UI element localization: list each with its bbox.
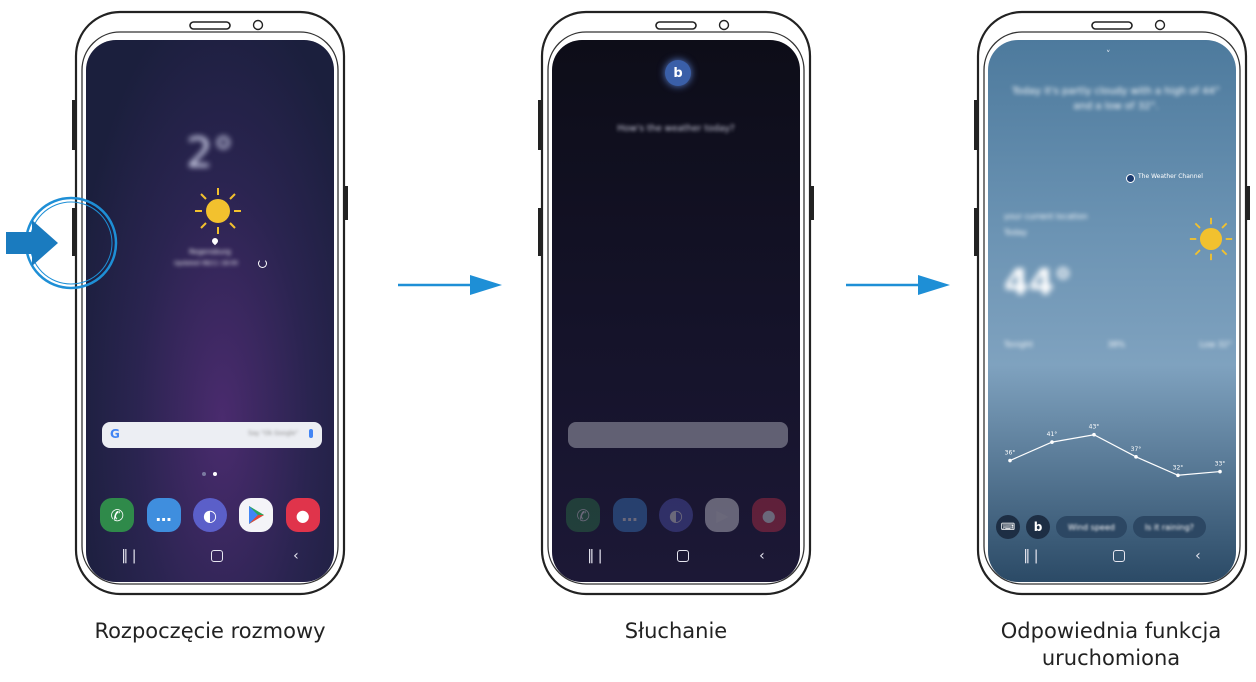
temperature-label: 41°	[1047, 431, 1058, 438]
back-icon[interactable]: ‹	[759, 548, 765, 564]
home-icon[interactable]	[210, 550, 223, 562]
sun-icon	[195, 188, 241, 234]
keyboard-icon[interactable]: ⌨	[996, 515, 1020, 539]
arrow-right-icon	[846, 275, 950, 295]
voice-query-text: How's the weather today?	[617, 124, 735, 134]
weather-location: your current location	[1004, 212, 1088, 221]
bixby-icon[interactable]: b	[1026, 515, 1050, 539]
camera-icon[interactable]: ●	[285, 498, 320, 532]
recent-apps-icon[interactable]: ‖❘	[121, 548, 140, 564]
temperature-point	[1008, 458, 1012, 463]
search-hint: Say "Ok Google"	[248, 430, 298, 437]
messages-icon[interactable]: …	[146, 498, 181, 532]
suggestion-chip[interactable]: Is it raining?	[1132, 516, 1206, 538]
home-icon[interactable]	[1112, 550, 1125, 562]
updated-label: Updated 08/11 18:00	[174, 260, 238, 267]
arrow-right-icon	[398, 275, 502, 295]
phone-2: b How's the weather today? ✆ … ◐ ▶ ● ‖❘ …	[538, 8, 814, 598]
temperature-point	[1092, 432, 1096, 437]
weather-channel-logo	[1126, 174, 1135, 183]
hourly-temperature-chart: 36° 41° 43° 37° 32° 33°	[1005, 424, 1226, 478]
messages-icon: …	[612, 498, 647, 532]
back-icon[interactable]: ‹	[1195, 548, 1201, 564]
press-button-indicator	[6, 196, 118, 290]
assistant-response: Today it's partly cloudy with a high of …	[1012, 86, 1220, 112]
stat-item: Low 32°	[1199, 340, 1232, 349]
stat-item: Tonight	[1004, 340, 1033, 349]
temperature-point	[1050, 440, 1054, 444]
temperature-label: 43°	[1089, 424, 1100, 431]
back-icon[interactable]: ‹	[293, 548, 299, 564]
google-g-icon: G	[110, 427, 120, 441]
location-pin-icon	[210, 236, 220, 246]
sun-icon	[1189, 217, 1233, 261]
caption-step-2: Słuchanie	[624, 619, 728, 643]
weather-stats: Tonight 38% Low 32°	[1004, 340, 1232, 349]
stat-item: 38%	[1107, 340, 1126, 349]
caption-step-3-line-1: Odpowiednia funkcja	[1000, 619, 1222, 643]
bixby-icon: b	[665, 60, 691, 86]
phone-3-screen: ˅ Today it's partly cloudy with a high o…	[988, 40, 1236, 582]
weather-day: Today	[1004, 228, 1028, 237]
temperature-label: 33°	[1215, 461, 1226, 468]
refresh-icon[interactable]	[258, 259, 267, 268]
google-search-bar	[568, 422, 788, 448]
phone-1-screen: 2° Regensburg Updated 08/11 18:00 G Say …	[86, 40, 334, 582]
weather-source: The Weather Channel	[1138, 173, 1203, 180]
mic-icon[interactable]	[309, 429, 313, 438]
temperature-label: 37°	[1131, 446, 1142, 453]
play-store-icon: ▶	[705, 498, 740, 532]
navigation-bar: ‖❘ ‹	[86, 544, 334, 568]
phone-icon[interactable]: ✆	[100, 498, 135, 532]
navigation-bar: ‖❘ ‹	[552, 544, 800, 568]
temperature-label: 32°	[1173, 464, 1184, 471]
phone-icon: ✆	[566, 498, 601, 532]
current-temperature: 44°	[1004, 262, 1073, 303]
temperature-point	[1176, 473, 1180, 478]
temperature-label: 36°	[1005, 450, 1016, 457]
internet-icon[interactable]: ◐	[192, 498, 227, 532]
recent-apps-icon[interactable]: ‖❘	[587, 548, 606, 564]
temperature-point	[1218, 469, 1222, 474]
home-icon[interactable]	[676, 550, 689, 562]
suggestion-chip[interactable]: Wind speed	[1056, 516, 1127, 538]
temperature-point	[1134, 455, 1138, 459]
phone-1: 2° Regensburg Updated 08/11 18:00 G Say …	[72, 8, 348, 598]
suggestion-bar: ⌨ b Wind speed Is it raining?	[996, 514, 1236, 540]
caption-step-1: Rozpoczęcie rozmowy	[94, 619, 326, 643]
recent-apps-icon[interactable]: ‖❘	[1023, 548, 1042, 564]
page-indicator	[202, 472, 217, 476]
navigation-bar: ‖❘ ‹	[988, 544, 1236, 568]
collapse-chevron-icon[interactable]: ˅	[1106, 50, 1111, 60]
camera-icon: ●	[751, 498, 786, 532]
phone-2-screen: b How's the weather today? ✆ … ◐ ▶ ● ‖❘ …	[552, 40, 800, 582]
clock-temperature: 2°	[186, 128, 234, 177]
google-search-bar[interactable]: G Say "Ok Google"	[102, 422, 322, 448]
caption-step-3-line-2: uruchomiona	[1041, 646, 1181, 670]
temperature-line	[1009, 434, 1221, 476]
phone-3: ˅ Today it's partly cloudy with a high o…	[974, 8, 1256, 598]
internet-icon: ◐	[658, 498, 693, 532]
play-store-icon[interactable]	[239, 498, 274, 532]
caption-step-3: Odpowiednia funkcja uruchomiona	[966, 618, 1256, 672]
